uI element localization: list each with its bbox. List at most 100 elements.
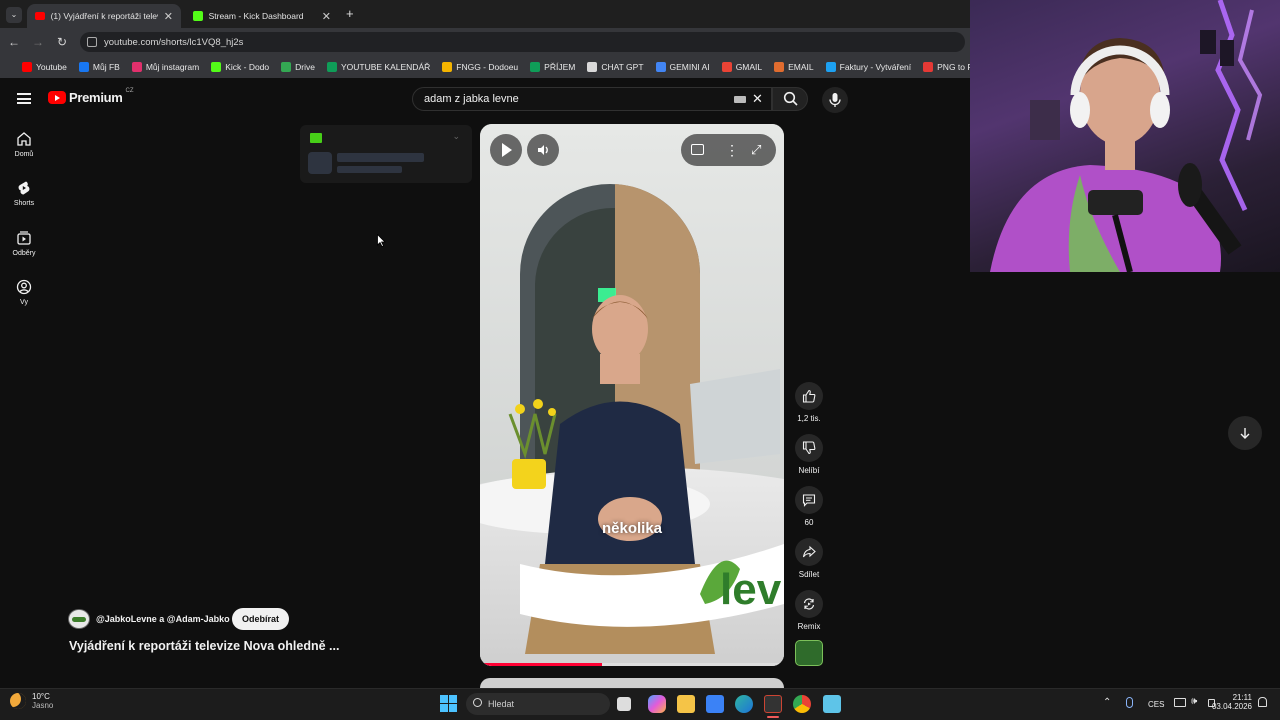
channel-avatar[interactable] <box>68 609 90 629</box>
youtube-logo[interactable]: Premium CZ <box>48 88 134 105</box>
new-tab-button[interactable]: + <box>346 6 360 22</box>
bookmark-label: Kick - Dodo <box>225 62 270 72</box>
clock-time: 21:11 <box>1232 693 1252 702</box>
sidebar-item-label: Vy <box>20 299 28 306</box>
tab-youtube-short[interactable]: (1) Vyjádření k reportáži televize Nova … <box>27 4 181 28</box>
close-icon[interactable]: ✕ <box>322 10 331 23</box>
kick-favicon-icon <box>193 11 203 21</box>
sound-thumbnail[interactable] <box>795 640 823 666</box>
back-button[interactable]: ← <box>6 34 22 50</box>
bookmark-label: FNGG - Dodoeu <box>456 62 519 72</box>
sidebar-item-you[interactable]: Vy <box>0 279 48 306</box>
clear-search-icon[interactable]: ✕ <box>752 91 763 107</box>
next-short-preview[interactable] <box>480 678 784 688</box>
volume-button[interactable] <box>527 134 559 166</box>
bookmark-favicon-icon <box>587 62 598 72</box>
arrow-down-icon <box>1240 428 1250 439</box>
bookmark-item[interactable]: Faktury - Vytváření <box>820 62 917 72</box>
thumbs-up-icon <box>802 389 816 403</box>
start-button[interactable] <box>440 695 457 712</box>
weather-widget[interactable]: 10°C Jasno <box>10 692 53 710</box>
bookmark-item[interactable]: Youtube <box>16 62 73 72</box>
like-button[interactable]: 1,2 tis. <box>794 382 824 423</box>
task-view-icon[interactable] <box>617 697 631 711</box>
bookmarks-bar: Youtube Můj FB Můj instagram Kick - Dodo Dri… <box>0 56 970 78</box>
notifications-icon[interactable] <box>1258 697 1267 707</box>
bookmark-favicon-icon <box>825 62 836 72</box>
store-icon[interactable] <box>706 695 724 713</box>
bookmark-favicon-icon <box>131 62 142 72</box>
subscribe-button[interactable]: Odebírat <box>232 608 289 630</box>
sidebar-item-subscriptions[interactable]: Odběry <box>0 230 48 257</box>
terminal-icon[interactable] <box>764 695 782 713</box>
bookmark-label: EMAIL <box>788 62 814 72</box>
weather-desc: Jasno <box>32 701 54 710</box>
edge-icon[interactable] <box>735 695 753 713</box>
chevron-down-icon: ⌄ <box>452 131 460 141</box>
sidebar-item-shorts[interactable]: Shorts <box>0 180 48 207</box>
network-icon[interactable] <box>1174 698 1186 707</box>
bookmark-label: PNG to PDF <box>937 62 970 72</box>
input-language[interactable]: CES <box>1148 700 1164 709</box>
site-info-icon[interactable] <box>87 37 97 47</box>
tab-list-button[interactable]: ⌄ <box>6 7 22 23</box>
chrome-icon[interactable] <box>793 695 811 713</box>
comments-button[interactable]: 60 <box>794 486 824 527</box>
volume-tray-icon[interactable]: 🕪 <box>1191 696 1197 707</box>
file-explorer-icon[interactable] <box>677 695 695 713</box>
taskbar-search[interactable]: Hledat <box>466 693 610 715</box>
play-button[interactable] <box>490 134 522 166</box>
sidebar-item-home[interactable]: Domů <box>0 131 48 158</box>
bookmark-item[interactable]: YOUTUBE KALENDÁŘ <box>321 62 436 72</box>
bookmark-favicon-icon <box>655 62 666 72</box>
bookmark-item[interactable]: EMAIL <box>768 62 820 72</box>
bookmark-label: CHAT GPT <box>601 62 644 72</box>
share-button[interactable]: Sdílet <box>794 538 824 579</box>
short-title[interactable]: Vyjádření k reportáži televize Nova ohle… <box>69 639 339 653</box>
bookmark-favicon-icon <box>774 62 785 72</box>
bookmark-item[interactable]: GEMINI AI <box>650 62 716 72</box>
bookmark-item[interactable]: FNGG - Dodoeu <box>436 62 524 72</box>
more-options-icon[interactable]: ⋮ <box>725 141 739 159</box>
remix-button[interactable]: Remix <box>794 590 824 631</box>
short-video-player[interactable]: levi několika ⋮ ⤢ <box>480 124 784 666</box>
bookmark-item[interactable]: Kick - Dodo <box>205 62 275 72</box>
menu-icon[interactable] <box>17 93 31 104</box>
copilot-icon[interactable] <box>648 695 666 713</box>
address-bar[interactable]: youtube.com/shorts/lc1VQ8_hj2s <box>80 32 965 52</box>
close-icon[interactable]: ✕ <box>164 10 173 23</box>
captions-icon[interactable] <box>691 144 704 155</box>
dislike-button[interactable]: Nelíbí <box>794 434 824 475</box>
search-input[interactable]: adam z jabka levne <box>412 87 772 111</box>
placeholder-thumb <box>308 152 332 174</box>
loading-placeholder-card: ⌄ <box>300 125 472 183</box>
video-frame: levi <box>480 124 784 666</box>
forward-button[interactable]: → <box>30 34 46 50</box>
bookmark-favicon-icon <box>442 62 453 72</box>
reload-button[interactable]: ↻ <box>54 34 70 50</box>
microphone-tray-icon[interactable] <box>1126 697 1133 708</box>
search-button[interactable] <box>772 87 808 111</box>
fullscreen-icon[interactable]: ⤢ <box>751 141 761 159</box>
keyboard-icon[interactable] <box>734 96 746 103</box>
bookmark-item[interactable]: PŘÍJEM <box>524 62 581 72</box>
bookmark-item[interactable]: Můj FB <box>73 62 126 72</box>
bookmark-item[interactable]: Drive <box>275 62 321 72</box>
bookmark-item[interactable]: CHAT GPT <box>581 62 649 72</box>
bookmark-favicon-icon <box>211 62 222 72</box>
channel-name[interactable]: @JabkoLevne a @Adam-Jabko <box>96 614 230 624</box>
taskbar-search-placeholder: Hledat <box>488 699 515 709</box>
next-short-button[interactable] <box>1228 416 1262 450</box>
weather-temp: 10°C <box>32 692 50 701</box>
bookmark-favicon-icon <box>530 62 541 72</box>
tray-overflow-icon[interactable]: ⌃ <box>1103 697 1111 708</box>
notepad-icon[interactable] <box>823 695 841 713</box>
clock[interactable]: 21:11 03.04.2026 <box>1210 693 1252 711</box>
video-progress-track[interactable] <box>480 663 784 666</box>
bookmark-item[interactable]: PNG to PDF <box>917 62 970 72</box>
voice-search-button[interactable] <box>822 87 848 113</box>
bookmark-item[interactable]: Můj instagram <box>126 62 205 72</box>
search-value: adam z jabka levne <box>424 93 519 105</box>
tab-kick-dashboard[interactable]: Stream - Kick Dashboard ✕ <box>185 4 339 28</box>
bookmark-item[interactable]: GMAIL <box>716 62 768 72</box>
